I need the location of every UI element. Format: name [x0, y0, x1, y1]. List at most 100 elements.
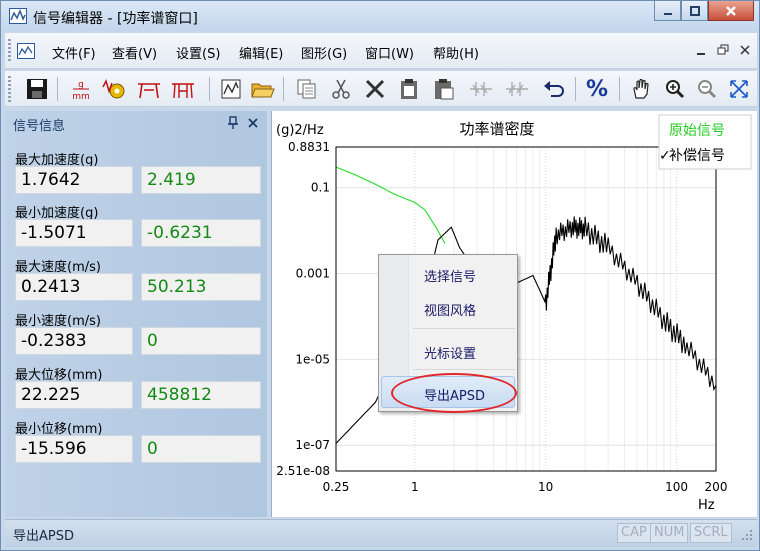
mdi-minimize-icon[interactable] [695, 43, 707, 57]
resize-grip-icon[interactable] [741, 528, 753, 542]
menu-view[interactable]: 查看(V) [112, 43, 157, 62]
clipboard-icon [401, 79, 417, 99]
menu-edit[interactable]: 编辑(E) [239, 43, 283, 62]
menu-graphics[interactable]: 图形(G) [301, 43, 347, 62]
open-button[interactable] [249, 76, 277, 102]
mdi-restore-icon[interactable] [717, 43, 729, 57]
delete-x-icon [365, 79, 385, 99]
y-tick-label: 1e-07 [295, 438, 330, 452]
signal-process-button[interactable] [101, 76, 129, 102]
legend-compensated-signal[interactable]: 补偿信号 [669, 148, 725, 164]
min-displacement-value-comp: 0 [141, 435, 261, 463]
mdi-close-icon[interactable] [739, 43, 751, 57]
zoom-in-icon [666, 80, 685, 99]
panel-header: 信号信息 [5, 111, 267, 137]
window-function-icon [172, 83, 194, 99]
copy-button[interactable] [293, 76, 321, 102]
y-tick-label: 0.1 [311, 181, 330, 195]
y-tick-label: 0.8831 [288, 140, 330, 154]
pin-icon[interactable] [227, 116, 239, 130]
x-tick-label: 100 [665, 480, 688, 494]
copy-icon [297, 79, 316, 99]
zoom-in-button[interactable] [661, 76, 689, 102]
zoom-out-icon [698, 80, 717, 99]
maximize-button[interactable] [681, 1, 708, 21]
paste-special-button[interactable] [429, 76, 457, 102]
pan-button[interactable] [627, 76, 655, 102]
fit-arrows-icon [730, 80, 748, 98]
status-bar: 导出APSD CAP NUM SCRL [5, 519, 757, 547]
menu-file[interactable]: 文件(F) [52, 43, 96, 62]
folder-open-icon [251, 83, 275, 98]
close-icon [726, 5, 736, 16]
max-accel-value: 1.7642 [15, 166, 133, 194]
min-displacement-value: -15.596 [15, 435, 133, 463]
max-displacement-value-comp: 458812 [141, 381, 261, 409]
legend-original-signal[interactable]: 原始信号 [669, 123, 725, 139]
menu-grip[interactable] [8, 39, 11, 63]
menu-view-style[interactable]: 视图风格 [424, 300, 476, 319]
x-tick-label: 0.25 [323, 480, 350, 494]
context-menu-separator-2 [413, 369, 515, 370]
cut-button[interactable] [327, 76, 355, 102]
filter-icon [138, 83, 160, 99]
context-menu-separator [413, 328, 515, 329]
y-axis-label: (g)2/Hz [276, 123, 324, 138]
toolbar-grip[interactable] [8, 76, 11, 102]
window-function-button[interactable] [169, 76, 197, 102]
hand-icon [633, 78, 649, 99]
cursor-left-button[interactable] [467, 76, 495, 102]
clipboard-plus-icon [435, 79, 454, 100]
chart-title: 功率谱密度 [459, 120, 534, 138]
window-title: 信号编辑器 - [功率谱窗口] [33, 11, 198, 27]
zoom-out-button[interactable] [693, 76, 721, 102]
delete-button[interactable] [361, 76, 389, 102]
menu-select-signal[interactable]: 选择信号 [424, 266, 476, 285]
max-displacement-value: 22.225 [15, 381, 133, 409]
cursor-right-button[interactable] [503, 76, 531, 102]
undo-icon [544, 81, 564, 97]
scissors-icon [332, 79, 350, 99]
filter-button[interactable] [135, 76, 163, 102]
percent-icon: % [585, 76, 609, 102]
unit-g-mm-button[interactable]: g mm [67, 76, 95, 102]
annotation-red-ellipse [391, 373, 517, 413]
max-velocity-value-comp: 50.213 [141, 273, 261, 301]
toolbar: g mm % [5, 71, 757, 107]
status-text: 导出APSD [13, 529, 74, 544]
menu-help[interactable]: 帮助(H) [433, 43, 479, 62]
menu-cursor-settings[interactable]: 光标设置 [424, 343, 476, 362]
minimize-button[interactable] [654, 1, 681, 21]
num-indicator: NUM [650, 523, 689, 543]
menu-window[interactable]: 窗口(W) [365, 43, 414, 62]
panel-close-icon[interactable] [247, 117, 259, 129]
min-accel-value-comp: -0.6231 [141, 219, 261, 247]
minimize-icon [663, 12, 672, 15]
paste-button[interactable] [395, 76, 423, 102]
x-tick-label: 10 [538, 480, 553, 494]
document-icon[interactable] [17, 43, 35, 59]
signal-info-panel: 信号信息 最大加速度(g) 1.7642 2.419 最小加速度(g) -1.5… [5, 111, 267, 517]
floppy-icon [27, 79, 47, 99]
min-velocity-value: -0.2383 [15, 327, 133, 355]
app-icon [9, 8, 27, 24]
maximize-icon [689, 5, 700, 16]
new-chart-button[interactable] [217, 76, 245, 102]
min-accel-value: -1.5071 [15, 219, 133, 247]
percent-button[interactable]: % [583, 76, 611, 102]
unit-bottom-text: mm [72, 92, 90, 101]
title-bar[interactable]: 信号编辑器 - [功率谱窗口] [1, 1, 759, 31]
menu-settings[interactable]: 设置(S) [176, 43, 220, 62]
app-window: 信号编辑器 - [功率谱窗口] 文件(F) 查看(V) 设置(S) 编辑(E) … [0, 0, 760, 551]
x-tick-label: 1 [411, 480, 419, 494]
save-button[interactable] [23, 76, 51, 102]
fit-view-button[interactable] [725, 76, 753, 102]
cursor-marker-alt-icon [506, 82, 528, 96]
close-button[interactable] [708, 1, 754, 21]
max-velocity-value: 0.2413 [15, 273, 133, 301]
menu-bar: 文件(F) 查看(V) 设置(S) 编辑(E) 图形(G) 窗口(W) 帮助(H… [5, 33, 757, 69]
legend[interactable]: 原始信号 ✓ 补偿信号 [658, 114, 752, 170]
min-velocity-value-comp: 0 [141, 327, 261, 355]
undo-button[interactable] [539, 76, 567, 102]
x-tick-label: 200 [705, 480, 728, 494]
